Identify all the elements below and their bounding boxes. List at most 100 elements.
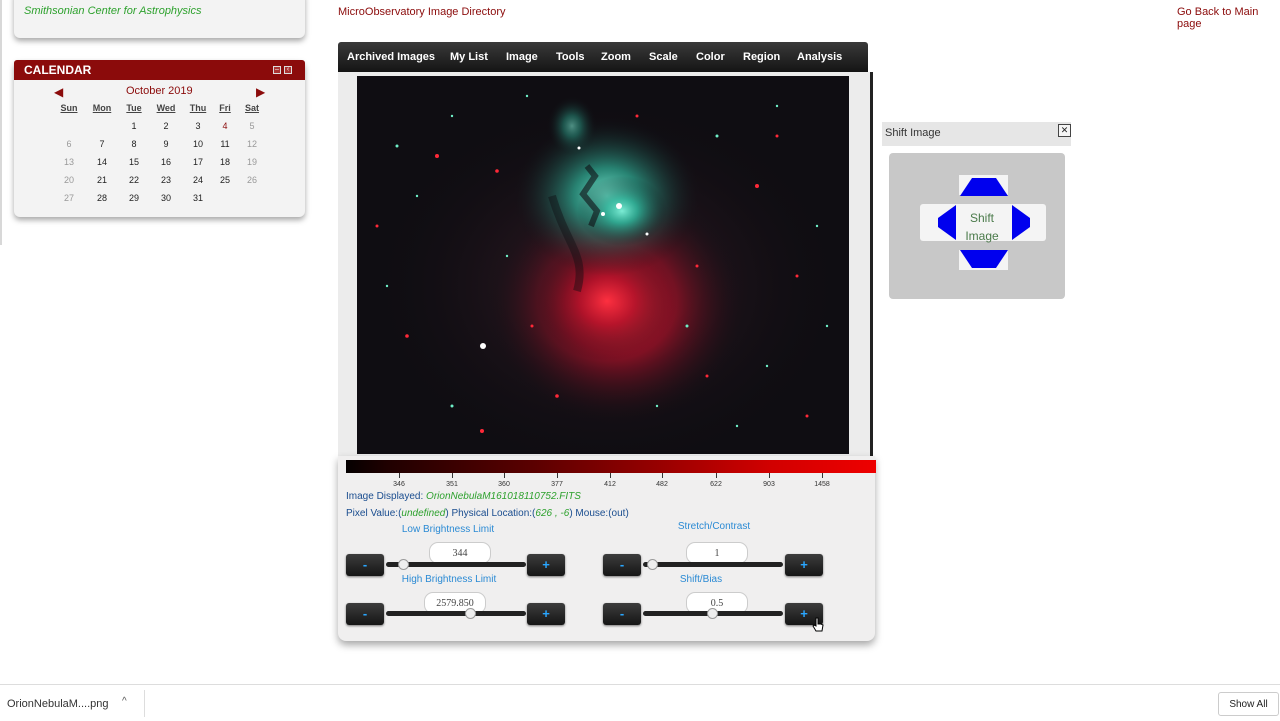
calendar-day[interactable]: 9 [163, 139, 168, 149]
calendar-weekday: Fri [219, 103, 231, 113]
arrow-left-icon[interactable] [938, 205, 956, 240]
org-name[interactable]: Smithsonian Center for Astrophysics [24, 5, 202, 17]
image-displayed-value: OrionNebulaM161018110752.FITS [426, 491, 581, 502]
calendar-day[interactable]: 15 [129, 157, 139, 167]
calendar-day[interactable]: 1 [131, 121, 136, 131]
calendar-day[interactable]: 14 [97, 157, 107, 167]
menu-image[interactable]: Image [506, 51, 538, 63]
calendar-day[interactable]: 10 [193, 139, 203, 149]
shift-image-title: Shift Image [885, 127, 941, 139]
shift-bias-label: Shift/Bias [679, 574, 723, 585]
calendar-day[interactable]: 11 [220, 139, 229, 149]
low-brightness-thumb[interactable] [398, 559, 409, 570]
colorbar-tick-label: 412 [604, 481, 616, 488]
calendar-day[interactable]: 31 [193, 193, 203, 203]
calendar-day[interactable]: 5 [249, 121, 254, 131]
calendar-weekday: Sat [244, 103, 260, 113]
calendar-day[interactable]: 7 [99, 139, 104, 149]
menu-region[interactable]: Region [743, 51, 780, 63]
collapse-icon[interactable]: ‹ [284, 66, 292, 74]
calendar-day[interactable]: 13 [64, 157, 74, 167]
calendar-prev-month[interactable]: ◀ [54, 85, 63, 99]
calendar-weekday: Sun [60, 103, 78, 113]
stretch-slider[interactable] [643, 562, 783, 567]
calendar-day[interactable]: 22 [129, 175, 139, 185]
minimize-icon[interactable]: – [273, 66, 281, 74]
directory-link[interactable]: MicroObservatory Image Directory [338, 6, 506, 18]
colorbar-tick [822, 473, 823, 478]
high-brightness-thumb[interactable] [465, 608, 476, 619]
colorbar-tick [769, 473, 770, 478]
high-brightness-plus-button[interactable]: + [527, 603, 565, 625]
stretch-value[interactable]: 1 [686, 542, 748, 564]
colorbar [346, 460, 876, 473]
shift-image-panel-header: Shift Image ✕ [882, 122, 1071, 146]
low-brightness-minus-button[interactable]: - [346, 554, 384, 576]
calendar-day[interactable]: 26 [247, 175, 257, 185]
calendar-day[interactable]: 17 [193, 157, 203, 167]
calendar-weekday: Thu [189, 103, 207, 113]
menu-my-list[interactable]: My List [450, 51, 488, 63]
hand-cursor-icon [812, 617, 824, 632]
low-brightness-value[interactable]: 344 [429, 542, 491, 564]
download-separator [144, 690, 145, 717]
calendar-day[interactable]: 6 [66, 139, 71, 149]
calendar-day[interactable]: 3 [195, 121, 200, 131]
close-icon[interactable]: ✕ [1058, 124, 1071, 137]
astronomy-image[interactable] [357, 76, 849, 454]
stretch-thumb[interactable] [647, 559, 658, 570]
mouse-label: ) Mouse:(out) [569, 508, 629, 519]
calendar-day[interactable]: 27 [64, 193, 74, 203]
colorbar-tick [452, 473, 453, 478]
menu-zoom[interactable]: Zoom [601, 51, 631, 63]
colorbar-tick [610, 473, 611, 478]
calendar-day[interactable]: 20 [64, 175, 74, 185]
menu-tools[interactable]: Tools [556, 51, 585, 63]
calendar-day[interactable]: 4 [222, 121, 227, 131]
stretch-plus-button[interactable]: + [785, 554, 823, 576]
menu-analysis[interactable]: Analysis [797, 51, 842, 63]
calendar-weekday: Wed [156, 103, 176, 113]
shift-bias-minus-button[interactable]: - [603, 603, 641, 625]
arrow-down-icon[interactable] [960, 250, 1008, 268]
stretch-minus-button[interactable]: - [603, 554, 641, 576]
show-all-button[interactable]: Show All [1218, 692, 1279, 716]
calendar-day[interactable]: 18 [220, 157, 230, 167]
high-brightness-label: High Brightness Limit [401, 574, 497, 585]
calendar-day[interactable]: 30 [161, 193, 171, 203]
chevron-up-icon[interactable]: ^ [122, 696, 127, 707]
low-brightness-plus-button[interactable]: + [527, 554, 565, 576]
calendar-weekday: Tue [126, 103, 142, 113]
calendar-weekday: Mon [92, 103, 112, 113]
colorbar-tick [399, 473, 400, 478]
arrow-up-icon[interactable] [960, 178, 1008, 196]
shift-image-center-label: Shift Image [965, 211, 999, 243]
calendar-day[interactable]: 8 [131, 139, 136, 149]
menu-scale[interactable]: Scale [649, 51, 678, 63]
calendar-day[interactable]: 21 [97, 175, 107, 185]
calendar-day[interactable]: 19 [247, 157, 257, 167]
shift-bias-thumb[interactable] [707, 608, 718, 619]
calendar-day[interactable]: 23 [161, 175, 171, 185]
high-brightness-slider[interactable] [386, 611, 526, 616]
menu-archived-images[interactable]: Archived Images [347, 51, 435, 63]
download-file-name[interactable]: OrionNebulaM....png [7, 698, 109, 710]
pixel-info-line: Pixel Value:(undefined) Physical Locatio… [346, 508, 629, 519]
calendar-next-month[interactable]: ▶ [256, 85, 265, 99]
calendar-day[interactable]: 28 [97, 193, 107, 203]
back-to-main-link[interactable]: Go Back to Main page [1177, 6, 1280, 30]
calendar-day[interactable]: 12 [247, 139, 257, 149]
calendar-day[interactable]: 29 [129, 193, 139, 203]
colorbar-tick-label: 360 [498, 481, 510, 488]
org-card: Smithsonian Center for Astrophysics [14, 0, 305, 38]
nebula-image [367, 94, 847, 454]
calendar-day[interactable]: 25 [220, 175, 230, 185]
calendar-day[interactable]: 2 [163, 121, 168, 131]
calendar-day[interactable]: 16 [161, 157, 171, 167]
menu-color[interactable]: Color [696, 51, 725, 63]
download-bar: OrionNebulaM....png ^ Show All [0, 684, 1280, 721]
colorbar-tick [716, 473, 717, 478]
arrow-right-icon[interactable] [1012, 205, 1030, 240]
calendar-day[interactable]: 24 [193, 175, 203, 185]
high-brightness-minus-button[interactable]: - [346, 603, 384, 625]
